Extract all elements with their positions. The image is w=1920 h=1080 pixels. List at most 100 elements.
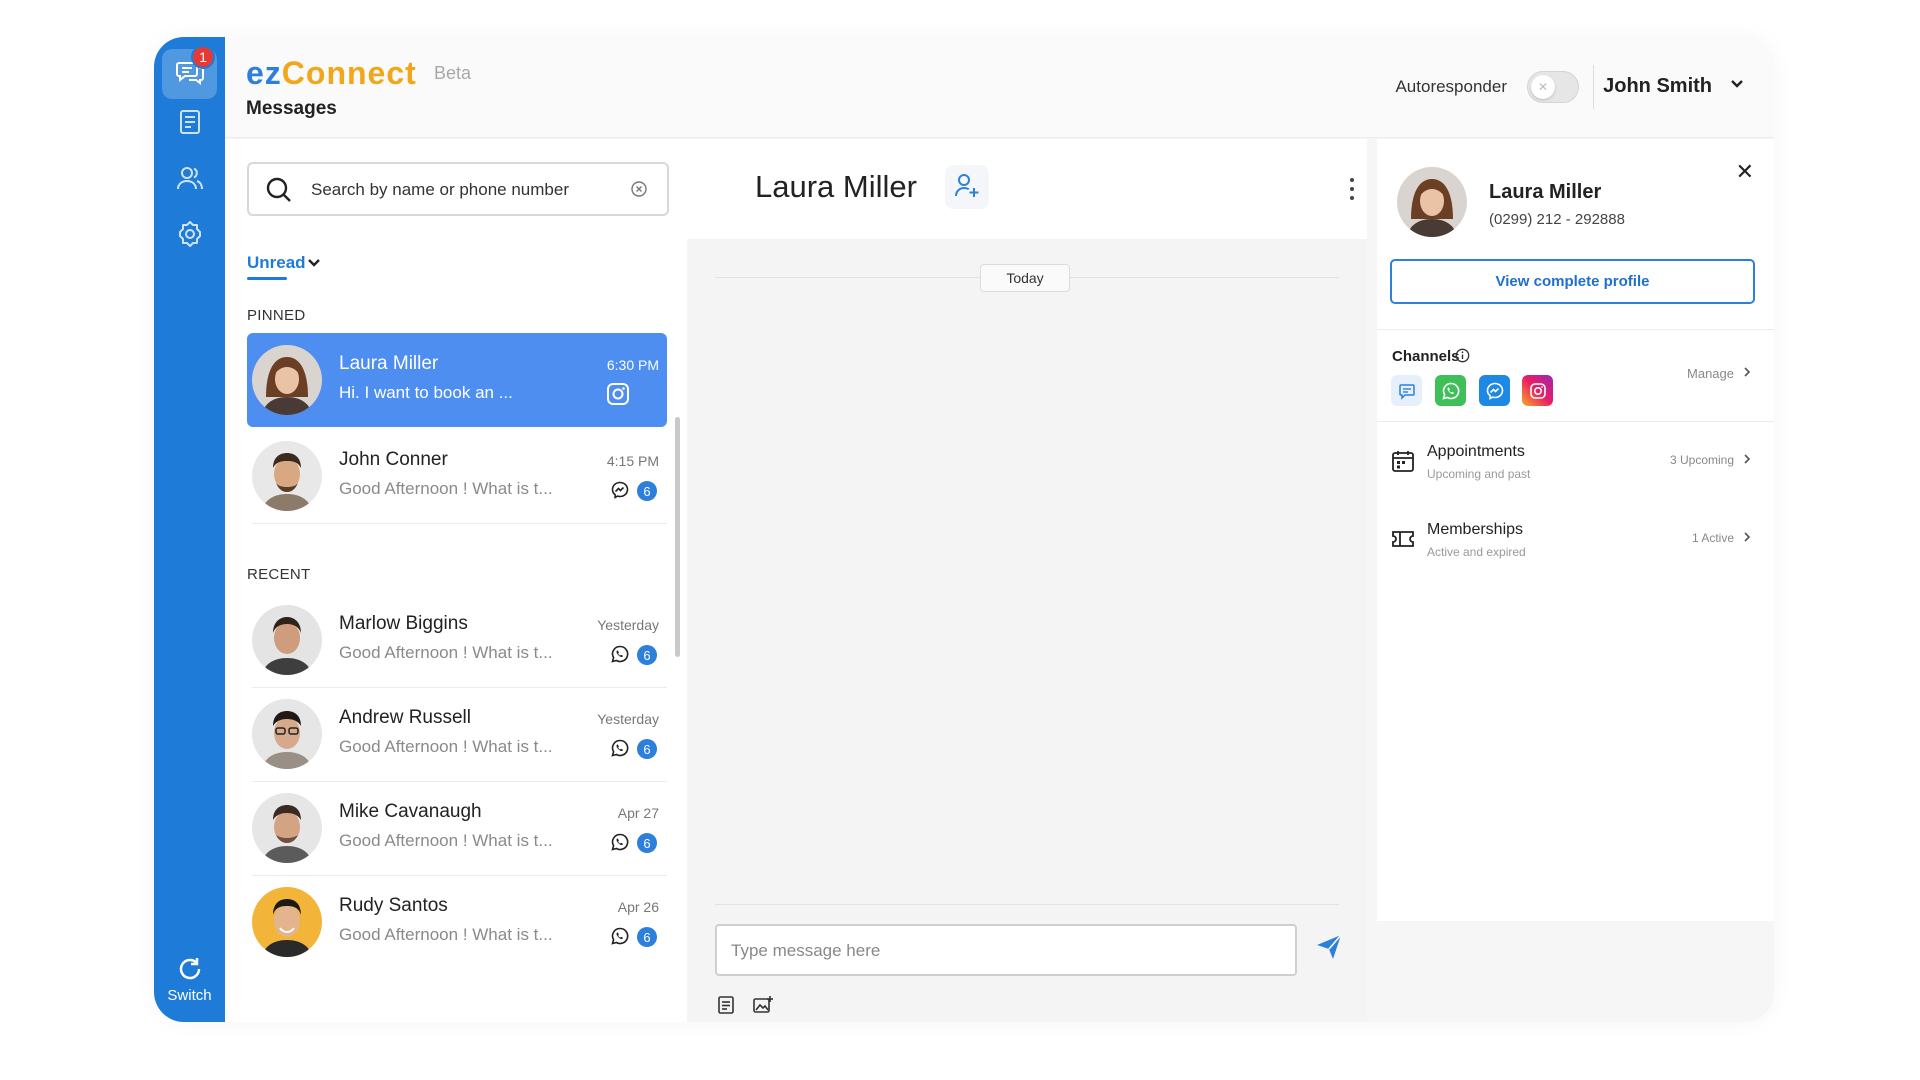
template-icon[interactable]: [717, 995, 735, 1020]
more-options-icon[interactable]: [1337, 167, 1367, 211]
message-preview: Good Afternoon ! What is t...: [339, 925, 553, 944]
row-meta: 1 Active: [1691, 531, 1734, 545]
list-scrollbar[interactable]: [675, 417, 680, 657]
chevron-right-icon: [1742, 452, 1752, 470]
message-time: Yesterday: [597, 711, 659, 727]
whatsapp-icon[interactable]: [1435, 375, 1466, 406]
avatar: [252, 699, 322, 769]
brand-logo: ezConnect: [246, 55, 417, 91]
whatsapp-icon: [611, 833, 629, 856]
attach-image-icon[interactable]: [752, 995, 774, 1020]
unread-badge: 1: [191, 45, 215, 69]
toggle-off-icon: ✕: [1531, 75, 1555, 99]
close-icon[interactable]: ✕: [1736, 159, 1754, 185]
avatar: [252, 887, 322, 957]
chevron-down-icon[interactable]: [307, 256, 321, 275]
compose-divider: [715, 904, 1339, 905]
conversation-list: Unread PINNED Laura Miller Hi. I want to…: [225, 139, 687, 1022]
top-header: ezConnect Beta Messages Autoresponder ✕ …: [225, 37, 1774, 138]
users-icon: [176, 165, 204, 196]
view-profile-button[interactable]: View complete profile: [1390, 259, 1755, 304]
beta-label: Beta: [434, 63, 472, 83]
message-time: Yesterday: [597, 617, 659, 633]
message-preview: Good Afternoon ! What is t...: [339, 643, 553, 662]
unread-count-badge: 6: [637, 481, 657, 501]
divider: [252, 523, 667, 524]
add-user-icon: [953, 171, 981, 204]
nav-messages-button[interactable]: 1: [162, 45, 217, 99]
whatsapp-icon: [611, 927, 629, 950]
calendar-icon: [1391, 449, 1415, 478]
recent-section-label: RECENT: [247, 566, 311, 583]
divider: [1377, 421, 1774, 422]
message-time: 6:30 PM: [606, 357, 659, 373]
unread-count-badge: 6: [637, 833, 657, 853]
avatar: [252, 441, 322, 511]
message-preview: Good Afternoon ! What is t...: [339, 479, 553, 498]
instagram-icon[interactable]: [1522, 375, 1553, 406]
switch-button[interactable]: Switch: [154, 955, 225, 1004]
add-contact-button[interactable]: [945, 165, 989, 209]
contact-name: Andrew Russell: [339, 707, 471, 728]
sms-icon[interactable]: [1391, 375, 1422, 406]
unread-count-badge: 6: [637, 927, 657, 947]
profile-phone: (0299) 212 - 292888: [1489, 211, 1625, 228]
search-input[interactable]: [311, 176, 611, 204]
chevron-right-icon[interactable]: [1742, 365, 1752, 383]
contact-name: Mike Cavanaugh: [339, 801, 482, 822]
conversation-item[interactable]: Mike Cavanaugh Good Afternoon ! What is …: [247, 781, 667, 876]
user-menu[interactable]: John Smith: [1603, 75, 1712, 98]
refresh-icon: [176, 958, 204, 987]
whatsapp-icon: [611, 739, 629, 762]
messenger-icon[interactable]: [1479, 375, 1510, 406]
messenger-icon: [611, 481, 629, 504]
unread-count-badge: 6: [637, 645, 657, 665]
autoresponder-toggle[interactable]: ✕: [1527, 71, 1579, 103]
app-window: 1 Switch ezConnect Beta Messages Autores…: [154, 37, 1774, 1022]
contact-name: Laura Miller: [339, 353, 439, 374]
row-title: Appointments: [1427, 443, 1525, 460]
filter-dropdown[interactable]: Unread: [247, 253, 306, 273]
avatar: [252, 605, 322, 675]
conversation-item[interactable]: Marlow Biggins Good Afternoon ! What is …: [247, 593, 667, 688]
document-icon: [178, 109, 202, 140]
row-subtitle: Upcoming and past: [1427, 467, 1531, 481]
nav-settings-button[interactable]: [162, 211, 217, 261]
nav-contacts-button[interactable]: [162, 155, 217, 205]
profile-name: Laura Miller: [1489, 181, 1602, 203]
appointments-row[interactable]: Appointments Upcoming and past 3 Upcomin…: [1377, 439, 1774, 499]
conversation-item[interactable]: Andrew Russell Good Afternoon ! What is …: [247, 687, 667, 782]
memberships-row[interactable]: Memberships Active and expired 1 Active: [1377, 517, 1774, 577]
nav-documents-button[interactable]: [162, 99, 217, 149]
conversation-item[interactable]: Laura Miller Hi. I want to book an ... 6…: [247, 333, 667, 427]
conversation-item[interactable]: John Conner Good Afternoon ! What is t..…: [247, 429, 667, 524]
conversation-item[interactable]: Rudy Santos Good Afternoon ! What is t..…: [247, 875, 667, 969]
row-meta: 3 Upcoming: [1669, 453, 1734, 467]
message-preview: Hi. I want to book an ...: [339, 383, 513, 402]
message-input[interactable]: [731, 938, 1271, 964]
autoresponder-label: Autoresponder: [1395, 77, 1507, 96]
contact-name: Rudy Santos: [339, 895, 448, 916]
contact-name: John Conner: [339, 449, 448, 470]
ticket-icon: [1391, 527, 1415, 556]
search-box: [247, 162, 669, 216]
day-label: Today: [980, 264, 1070, 292]
whatsapp-icon: [611, 645, 629, 668]
nav-rail: 1 Switch: [154, 37, 225, 1022]
chat-area: Today: [687, 239, 1367, 1022]
chevron-down-icon[interactable]: [1730, 77, 1744, 96]
clear-search-icon[interactable]: [631, 181, 647, 202]
avatar: [252, 793, 322, 863]
page-title: Messages: [246, 98, 337, 119]
row-title: Memberships: [1427, 521, 1524, 538]
send-icon[interactable]: [1314, 932, 1344, 967]
info-icon[interactable]: [1455, 348, 1470, 368]
instagram-icon: [606, 382, 630, 411]
manage-channels-link[interactable]: Manage: [1687, 366, 1734, 381]
contact-name: Marlow Biggins: [339, 613, 468, 634]
filter-underline: [247, 277, 287, 280]
compose-box: [715, 924, 1297, 976]
contact-profile-panel: Laura Miller (0299) 212 - 292888 ✕ View …: [1377, 139, 1774, 921]
message-preview: Good Afternoon ! What is t...: [339, 831, 553, 850]
avatar: [1397, 167, 1467, 237]
